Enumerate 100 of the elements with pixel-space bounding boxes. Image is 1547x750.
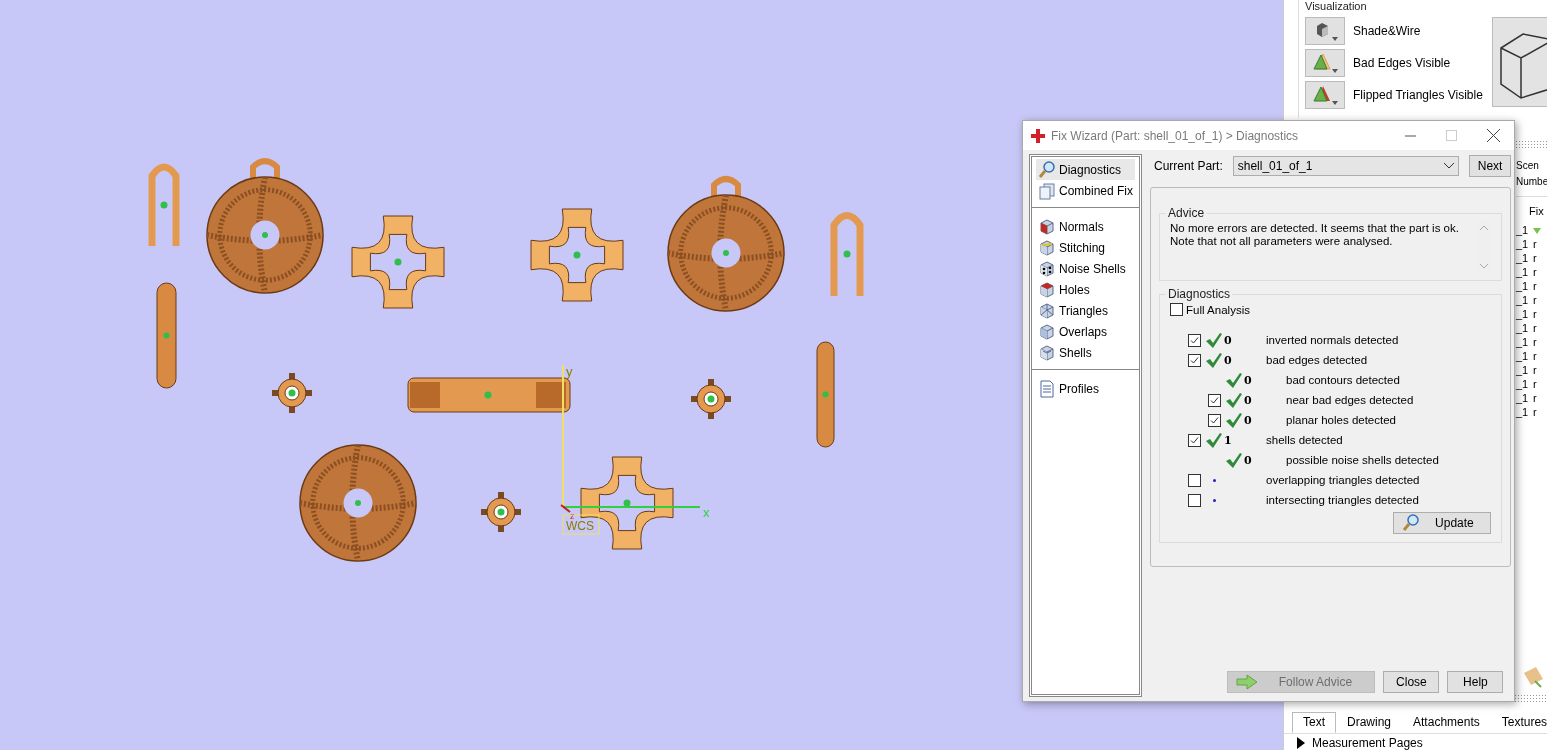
table-cell: _1	[1516, 223, 1529, 237]
mode-button[interactable]	[1305, 81, 1345, 109]
table-cell: _1	[1516, 293, 1529, 307]
window-title: Fix Wizard (Part: shell_01_of_1) > Diagnostics	[1051, 128, 1299, 143]
checkbox[interactable]	[1170, 303, 1184, 316]
nav-item[interactable]: Diagnostics	[1036, 159, 1136, 180]
column-header: Fix	[1529, 204, 1545, 219]
search-icon	[1402, 514, 1421, 532]
table-cell-text: r	[1532, 265, 1538, 279]
tree-item[interactable]: Measurement Pages	[1312, 736, 1423, 750]
table-cell: _1	[1516, 237, 1529, 251]
table-cell: _1	[1516, 265, 1529, 279]
tab[interactable]: Drawing	[1336, 712, 1403, 733]
part-dropdown[interactable]: shell_01_of_1	[1232, 156, 1459, 176]
tab[interactable]: Attachments	[1402, 712, 1491, 733]
nav-item[interactable]: Triangles	[1036, 300, 1136, 321]
mode-label: Flipped Triangles Visible	[1353, 88, 1483, 102]
count: 0	[1244, 373, 1252, 387]
count: 0	[1244, 453, 1252, 467]
column-header: Scen Numbe	[1516, 148, 1547, 197]
cube-icon	[1038, 343, 1056, 362]
cube-icon	[1038, 322, 1056, 341]
table-cell-text: r	[1532, 293, 1538, 307]
table-cell-text: r	[1532, 279, 1538, 293]
dialog-button[interactable]: Close	[1383, 671, 1440, 693]
status-icon	[1533, 226, 1541, 234]
document-icon	[1038, 379, 1056, 398]
axis-label: x	[703, 505, 710, 520]
maximize-icon	[1446, 130, 1457, 141]
table-cell: _1	[1516, 251, 1529, 265]
nav-item[interactable]: Normals	[1036, 216, 1136, 237]
cube-icon	[1038, 217, 1056, 236]
table-cell-text: r	[1532, 405, 1538, 419]
update-button[interactable]: Update	[1393, 512, 1492, 534]
diagnostic-label: planar holes detected	[1286, 414, 1396, 426]
dialog-button[interactable]: Help	[1447, 671, 1504, 693]
tab[interactable]: Textures	[1490, 712, 1547, 733]
checkbox[interactable]	[1207, 413, 1221, 427]
nav-item[interactable]: Stitching	[1036, 237, 1136, 258]
nav-item[interactable]: Holes	[1036, 279, 1136, 300]
checkbox-label: Full Analysis	[1186, 303, 1250, 316]
checkbox[interactable]	[1187, 333, 1201, 347]
diagnostic-label: near bad edges detected	[1286, 394, 1414, 406]
diagnostic-label: inverted normals detected	[1266, 334, 1399, 346]
table-cell-text: r	[1532, 391, 1538, 405]
checkbox[interactable]	[1187, 353, 1201, 367]
field-label: Current Part:	[1153, 159, 1223, 173]
nav-item[interactable]: Combined Fix	[1036, 180, 1136, 201]
mode-button[interactable]	[1305, 17, 1345, 45]
arrow-icon	[1236, 674, 1259, 690]
checkbox[interactable]	[1187, 473, 1201, 487]
nav-item[interactable]: Overlaps	[1036, 321, 1136, 342]
mode-label: Shade&Wire	[1353, 24, 1421, 38]
app-icon	[1031, 128, 1045, 143]
table-cell-text: r	[1532, 251, 1538, 265]
table-cell: _1	[1516, 349, 1529, 363]
table-cell-text: r	[1532, 307, 1538, 321]
checkbox[interactable]	[1187, 493, 1201, 507]
table-cell: _1	[1516, 363, 1529, 377]
nav-item[interactable]: Shells	[1036, 342, 1136, 363]
diagnostic-label: bad edges detected	[1266, 354, 1368, 366]
diagnostic-label: shells detected	[1266, 434, 1343, 446]
count: 0	[1224, 353, 1232, 367]
group-title: Advice	[1167, 206, 1206, 220]
table-cell-text: r	[1532, 335, 1538, 349]
table-cell: _1	[1516, 391, 1529, 405]
table-cell: _1	[1516, 307, 1529, 321]
diagnostic-label: intersecting triangles detected	[1266, 494, 1419, 506]
axis-label: y	[566, 364, 573, 379]
table-cell: _1	[1516, 321, 1529, 335]
chevron-down-icon	[1443, 163, 1454, 169]
count: 0	[1244, 413, 1252, 427]
cube-icon	[1038, 301, 1056, 320]
advice-text: Note that not all parameters were analysed.	[1170, 235, 1394, 248]
mode-button[interactable]	[1305, 49, 1345, 77]
next-button[interactable]: Next	[1468, 155, 1512, 177]
count: 0	[1224, 333, 1232, 347]
mode-icon	[1311, 51, 1339, 75]
cube-icon	[1038, 238, 1056, 257]
table-cell-text: r	[1532, 321, 1538, 335]
table-cell: _1	[1516, 335, 1529, 349]
diagnostic-label: overlapping triangles detected	[1266, 474, 1420, 486]
diagnostic-label: bad contours detected	[1286, 374, 1400, 386]
close-icon[interactable]	[1487, 129, 1500, 142]
table-cell: _1	[1516, 405, 1529, 419]
section-title: Visualization	[1305, 0, 1367, 12]
count: 1	[1224, 433, 1232, 447]
group-title: Diagnostics	[1167, 287, 1232, 301]
table-cell-text: r	[1532, 349, 1538, 363]
nav-item[interactable]: Noise Shells	[1036, 258, 1136, 279]
tab[interactable]: Text	[1292, 712, 1336, 733]
expand-icon[interactable]	[1296, 737, 1306, 749]
axis-label: z	[570, 511, 575, 521]
checkbox[interactable]	[1207, 393, 1221, 407]
table-cell: _1	[1516, 279, 1529, 293]
cube-icon	[1038, 259, 1056, 278]
nav-item[interactable]: Profiles	[1036, 378, 1136, 399]
mode-label: Bad Edges Visible	[1353, 56, 1451, 70]
count: 0	[1244, 393, 1252, 407]
checkbox[interactable]	[1187, 433, 1201, 447]
